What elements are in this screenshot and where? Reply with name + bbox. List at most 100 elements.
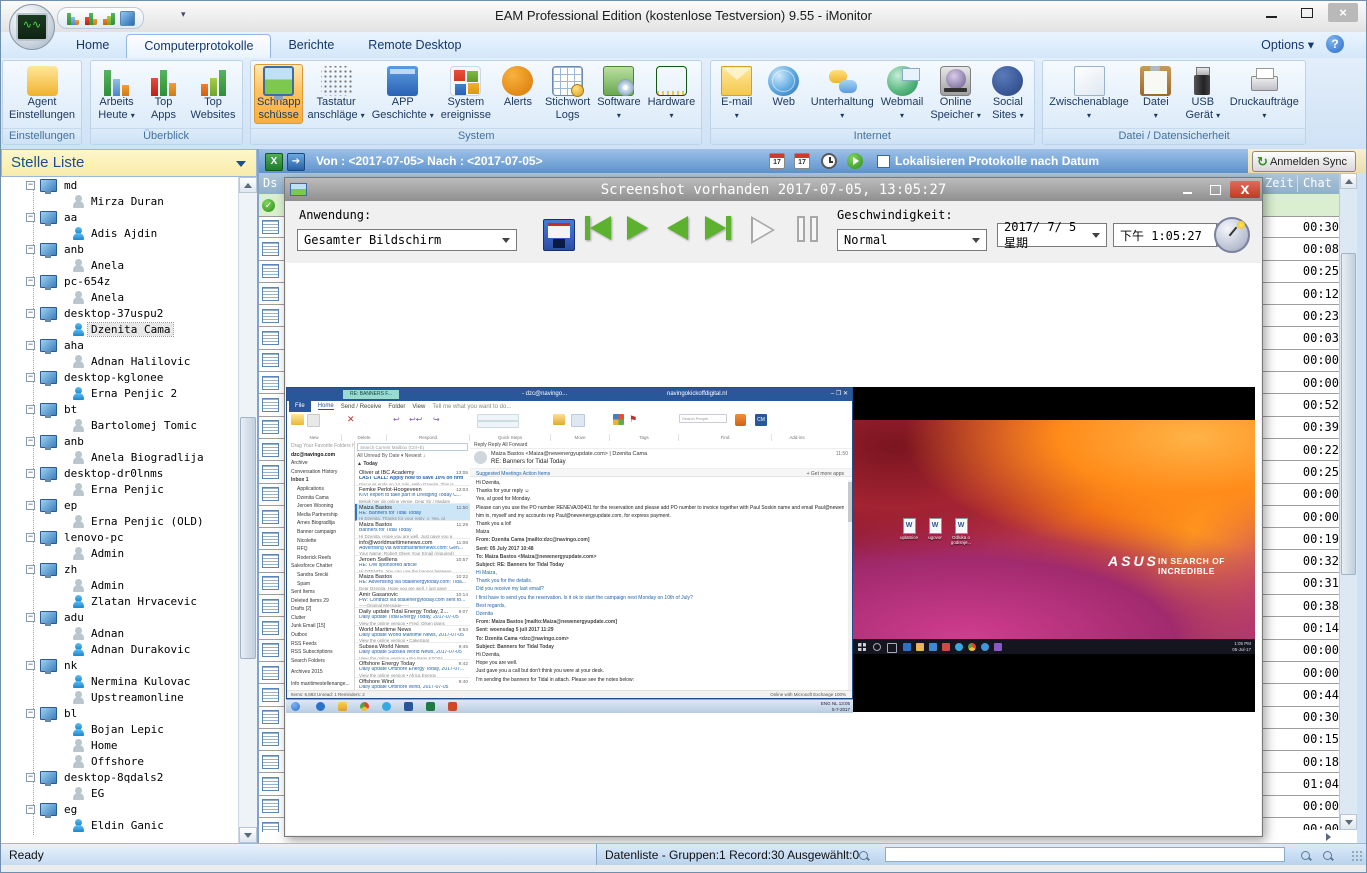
tree-expander-icon[interactable] <box>26 533 35 542</box>
tree-item[interactable]: Adnan <box>2 625 238 641</box>
ribbon-button[interactable]: ​ Web <box>761 64 807 111</box>
log-row-icon-cell[interactable] <box>259 796 284 818</box>
tree-item[interactable]: anb <box>2 433 238 449</box>
tree-item[interactable]: Offshore <box>2 753 238 769</box>
export-html-icon[interactable]: ➔ <box>287 153 305 171</box>
log-row[interactable]: 00:52 <box>1263 394 1342 416</box>
tree-item[interactable]: anb <box>2 241 238 257</box>
tree-item[interactable]: Upstreamonline <box>2 689 238 705</box>
tree-expander-icon[interactable] <box>26 277 35 286</box>
tree-item[interactable]: desktop-kglonee <box>2 369 238 385</box>
column-header-left[interactable]: Ds <box>263 173 277 193</box>
tree-item[interactable]: Anela <box>2 289 238 305</box>
ribbon-button[interactable]: ​ Datei ▾ <box>1133 64 1179 124</box>
log-row[interactable]: 00:00 <box>1263 662 1342 684</box>
ribbon-button[interactable]: ​ E-mail ▾ <box>714 64 760 124</box>
localize-checkbox[interactable] <box>877 155 890 168</box>
ribbon-button[interactable]: ​ OnlineSpeicher ▾ <box>927 64 984 124</box>
log-row-icon-cell[interactable] <box>259 439 284 461</box>
selected-log-row-time-cell[interactable] <box>1263 194 1342 217</box>
tree-expander-icon[interactable] <box>26 245 35 254</box>
log-row[interactable]: 00:25 <box>1263 461 1342 483</box>
status-search-input[interactable] <box>885 847 1285 862</box>
calendar-from-icon[interactable]: 17 <box>769 153 785 169</box>
quick-chart-icon-3[interactable] <box>102 12 115 25</box>
dialog-close-button[interactable]: x <box>1230 181 1260 198</box>
tab-computerprotokolle[interactable]: Computerprotokolle <box>126 34 271 58</box>
log-row-icon-cell[interactable] <box>259 394 284 416</box>
list-scroll-up-icon[interactable] <box>1340 173 1357 189</box>
tree-expander-icon[interactable] <box>26 501 35 510</box>
log-row[interactable]: 00:31 <box>1263 573 1342 595</box>
tree-item[interactable]: Bartolomej Tomic <box>2 417 238 433</box>
tree-item[interactable]: eg <box>2 801 238 817</box>
tree-expander-icon[interactable] <box>26 469 35 478</box>
skip-first-button[interactable] <box>585 216 611 240</box>
tree-item[interactable]: Anela Biogradlija <box>2 449 238 465</box>
app-logo-icon[interactable]: ∿∿ <box>9 4 55 50</box>
tree-expander-icon[interactable] <box>26 565 35 574</box>
log-row-icon-cell[interactable] <box>259 662 284 684</box>
log-row-icon-cell[interactable] <box>259 751 284 773</box>
ribbon-button[interactable]: TopWebsites <box>188 64 239 124</box>
log-row-icon-cell[interactable] <box>259 773 284 795</box>
tree-item[interactable]: adu <box>2 609 238 625</box>
quick-chart-icon-2[interactable] <box>84 12 97 25</box>
log-row-icon-cell[interactable] <box>259 484 284 506</box>
ribbon-button[interactable]: TopApps <box>141 64 187 124</box>
ribbon-button[interactable]: Tastaturanschläge ▾ <box>304 64 367 124</box>
tree-expander-icon[interactable] <box>26 309 35 318</box>
ribbon-button[interactable]: ​ Druckaufträge ▾ <box>1227 64 1302 124</box>
log-row-icon-cell[interactable] <box>259 684 284 706</box>
tree-expander-icon[interactable] <box>26 405 35 414</box>
log-row-icon-cell[interactable] <box>259 216 284 238</box>
save-screenshot-button[interactable] <box>543 219 575 251</box>
sidebar-scrollbar[interactable] <box>238 177 257 843</box>
tree-item[interactable]: Erna Penjic (OLD) <box>2 513 238 529</box>
maximize-button[interactable] <box>1292 3 1322 22</box>
log-row[interactable]: 00:32 <box>1263 550 1342 572</box>
time-filter-icon[interactable] <box>821 153 837 169</box>
list-scroll-down-icon[interactable] <box>1340 814 1357 830</box>
tree-item[interactable]: desktop-8qdals2 <box>2 769 238 785</box>
log-row[interactable]: 00:44 <box>1263 684 1342 706</box>
column-divider[interactable] <box>1297 175 1298 192</box>
list-scroll-thumb[interactable] <box>1341 253 1356 575</box>
application-select[interactable]: Gesamter Bildschirm <box>297 229 517 251</box>
tree-item[interactable]: Adis Ajdin <box>2 225 238 241</box>
log-row-icon-cell[interactable] <box>259 640 284 662</box>
log-row[interactable]: 00:03 <box>1263 327 1342 349</box>
log-row-icon-cell[interactable] <box>259 461 284 483</box>
apply-filter-icon[interactable] <box>847 153 863 169</box>
log-row-icon-cell[interactable] <box>259 528 284 550</box>
log-row-icon-cell[interactable] <box>259 238 284 260</box>
log-row[interactable]: 00:23 <box>1263 305 1342 327</box>
log-row-icon-cell[interactable] <box>259 595 284 617</box>
tree-item[interactable]: desktop-dr0lnms <box>2 465 238 481</box>
ribbon-button[interactable]: Alerts <box>495 64 541 111</box>
log-row-icon-cell[interactable] <box>259 506 284 528</box>
tab-berichte[interactable]: Berichte <box>271 34 351 58</box>
log-row[interactable]: 00:00 <box>1263 506 1342 528</box>
tree-item[interactable]: md <box>2 177 238 193</box>
tree-item[interactable]: Home <box>2 737 238 753</box>
log-row[interactable]: 00:00 <box>1263 350 1342 372</box>
tree-expander-icon[interactable] <box>26 709 35 718</box>
tree-expander-icon[interactable] <box>26 341 35 350</box>
tree-item[interactable]: aa <box>2 209 238 225</box>
ribbon-button[interactable]: Hardware ▾ <box>645 64 699 124</box>
ribbon-button[interactable]: Systemereignisse <box>438 64 494 124</box>
log-row-icon-cell[interactable] <box>259 617 284 639</box>
tree-item[interactable]: Nermina Kulovac <box>2 673 238 689</box>
tree-item[interactable]: Dzenita Cama <box>2 321 238 337</box>
calendar-to-icon[interactable]: 17 <box>794 153 810 169</box>
log-row[interactable]: 00:30 <box>1263 707 1342 729</box>
log-row-icon-cell[interactable] <box>259 327 284 349</box>
tree-item[interactable]: EG <box>2 785 238 801</box>
anmelden-sync-button[interactable]: ↻Anmelden Sync <box>1252 151 1356 172</box>
ribbon-button[interactable]: StichwortLogs <box>542 64 593 124</box>
tree-expander-icon[interactable] <box>26 773 35 782</box>
tree-item[interactable]: bt <box>2 401 238 417</box>
minimize-button[interactable] <box>1256 3 1286 22</box>
log-row[interactable]: 00:22 <box>1263 439 1342 461</box>
